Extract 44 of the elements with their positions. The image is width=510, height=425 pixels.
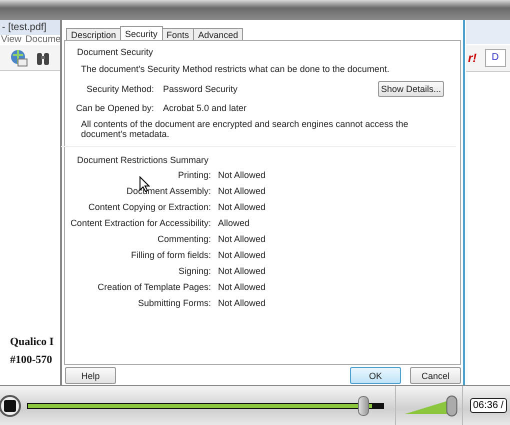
- section-heading: Document Restrictions Summary: [77, 154, 209, 167]
- description-text: The document's Security Method restricts what can be done to the document.: [81, 63, 390, 75]
- field-label: Can be Opened by:: [74, 102, 154, 112]
- restriction-value: Not Allowed: [218, 170, 266, 180]
- toolbar-field[interactable]: D: [484, 49, 506, 67]
- restriction-label: Printing:: [178, 170, 211, 180]
- field-label: Security Method:: [85, 84, 154, 94]
- stop-button[interactable]: [0, 394, 21, 416]
- field-value: Acrobat 5.0 and later: [163, 102, 247, 112]
- restriction-value: Not Allowed: [218, 298, 266, 308]
- dialog-button[interactable]: Cancel: [410, 367, 461, 384]
- tab[interactable]: Advanced: [193, 28, 244, 40]
- dialog-button[interactable]: OK: [350, 367, 401, 384]
- window-header: [466, 20, 510, 44]
- progress-thumb[interactable]: [358, 396, 369, 416]
- restriction-label: Commenting:: [157, 234, 211, 244]
- note-text: All contents of the document are encrypted and search engines cannot access the document's metadata.: [81, 119, 410, 139]
- restriction-label: Content Copying or Extraction:: [88, 202, 211, 212]
- restriction-label: Creation of Template Pages:: [98, 282, 211, 292]
- restriction-label: Signing:: [178, 266, 211, 276]
- restriction-value: Not Allowed: [218, 266, 266, 276]
- section-heading: Document Security: [77, 46, 154, 59]
- document-text: #100-570: [10, 354, 52, 366]
- restriction-value: Not Allowed: [218, 250, 266, 260]
- tab[interactable]: Security: [120, 26, 163, 40]
- field-value: Password Security: [163, 84, 238, 94]
- show-details-button[interactable]: Show Details...: [378, 80, 444, 96]
- restriction-value: Not Allowed: [218, 234, 266, 244]
- document-text: Qualico I: [10, 336, 54, 348]
- restriction-label: Content Extraction for Accessibility:: [70, 218, 211, 228]
- restriction-value: Not Allowed: [218, 282, 266, 292]
- restriction-label: Document Assembly:: [126, 186, 211, 196]
- toolbar-text: r!: [467, 51, 477, 65]
- time-display: 06:36 /: [470, 398, 507, 413]
- menu-item[interactable]: Docume: [25, 34, 61, 45]
- restriction-label: Submitting Forms:: [138, 298, 211, 308]
- dialog-button[interactable]: Help: [65, 367, 116, 384]
- restriction-value: Not Allowed: [218, 202, 266, 212]
- restriction-label: Filling of form fields:: [130, 250, 211, 260]
- tab[interactable]: Fonts: [162, 28, 194, 40]
- tab[interactable]: Description: [66, 28, 122, 40]
- restriction-value: Not Allowed: [218, 186, 266, 196]
- restriction-value: Allowed: [218, 218, 250, 228]
- menu-item[interactable]: View: [1, 34, 22, 45]
